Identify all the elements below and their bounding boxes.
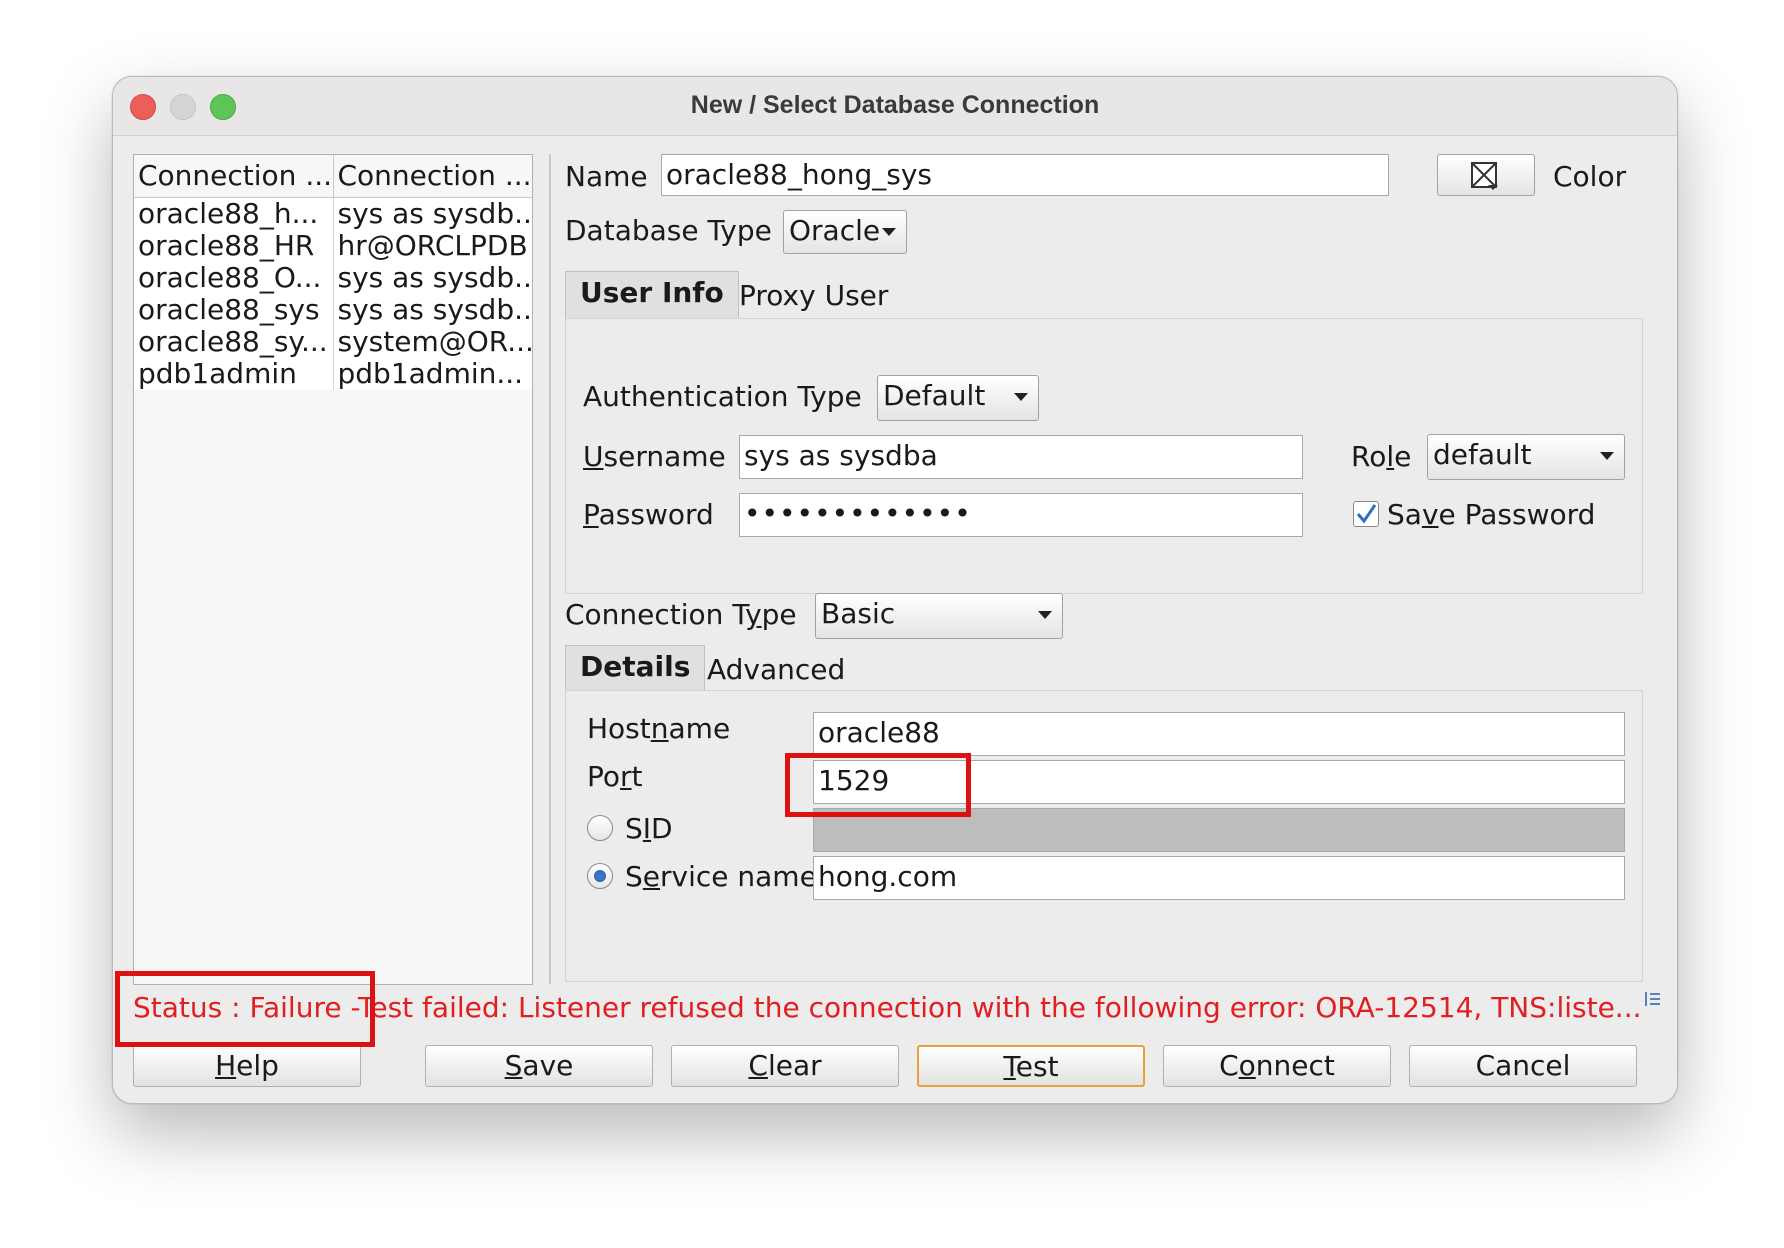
connection-details: system@OR...	[333, 326, 532, 358]
connection-name: oracle88_O...	[134, 262, 334, 294]
hostname-label: Hostname	[587, 712, 731, 745]
title-bar: New / Select Database Connection	[113, 77, 1677, 136]
role-label: Role	[1351, 440, 1412, 473]
name-input[interactable]: oracle88_hong_sys	[661, 154, 1389, 196]
dialog-window: New / Select Database Connection Connect…	[112, 76, 1678, 1104]
column-header-connection-details[interactable]: Connection ...	[334, 155, 533, 197]
save-button[interactable]: Save	[425, 1045, 653, 1087]
tab-details[interactable]: Details	[565, 645, 706, 692]
chevron-down-icon	[1600, 452, 1614, 460]
connection-details: sys as sysdb...	[333, 294, 532, 326]
connection-name: oracle88_HR	[134, 230, 334, 262]
cancel-button[interactable]: Cancel	[1409, 1045, 1637, 1087]
save-password-checkbox[interactable]	[1353, 501, 1379, 527]
connection-name: pdb1admin	[134, 358, 334, 390]
chevron-down-icon	[1014, 393, 1028, 401]
connection-type-label: Connection Type	[565, 598, 797, 631]
connection-list-header: Connection ... Connection ...	[134, 155, 532, 198]
status-highlight-box	[115, 971, 375, 1047]
connection-list[interactable]: Connection ... Connection ... oracle88_h…	[133, 154, 533, 985]
name-label: Name	[565, 160, 648, 193]
connection-details: sys as sysdb...	[333, 198, 532, 230]
help-button[interactable]: Help	[133, 1045, 361, 1087]
chevron-down-icon	[882, 228, 896, 236]
checkmark-icon	[1356, 504, 1377, 524]
password-label: Password	[583, 498, 714, 531]
port-label: Port	[587, 760, 643, 793]
column-header-connection-name[interactable]: Connection ...	[134, 155, 334, 197]
list-item[interactable]: oracle88_sys sys as sysdb...	[134, 294, 532, 326]
list-item[interactable]: oracle88_h... sys as sysdb...	[134, 198, 532, 230]
connection-name: oracle88_sy...	[134, 326, 334, 358]
tab-proxy-user[interactable]: Proxy User	[725, 275, 902, 317]
split-pane-divider[interactable]	[549, 154, 551, 984]
test-button[interactable]: Test	[917, 1045, 1145, 1087]
sid-radio[interactable]	[587, 815, 613, 841]
list-item[interactable]: pdb1admin pdb1admin...	[134, 358, 532, 390]
service-name-input[interactable]: hong.com	[813, 856, 1625, 900]
clear-button[interactable]: Clear	[671, 1045, 899, 1087]
connection-type-value: Basic	[821, 597, 896, 630]
service-name-label: Service name	[625, 860, 817, 893]
service-name-radio[interactable]	[587, 863, 613, 889]
authentication-type-value: Default	[883, 379, 986, 412]
save-password-label: Save Password	[1387, 498, 1596, 531]
color-swatch-icon	[1471, 162, 1498, 190]
authentication-type-label: Authentication Type	[583, 380, 862, 413]
sid-label: SID	[625, 812, 673, 845]
connection-details: pdb1admin...	[333, 358, 532, 390]
database-type-label: Database Type	[565, 214, 772, 247]
password-input[interactable]: •••••••••••••	[739, 493, 1303, 537]
connection-type-select[interactable]: Basic	[815, 593, 1063, 639]
tab-advanced[interactable]: Advanced	[693, 649, 859, 691]
connection-details: hr@ORCLPDB	[333, 230, 532, 262]
database-type-value: Oracle	[789, 214, 881, 247]
connection-name: oracle88_h...	[134, 198, 334, 230]
color-label: Color	[1553, 160, 1627, 193]
username-label: Username	[583, 440, 726, 473]
username-input[interactable]: sys as sysdba	[739, 435, 1303, 479]
list-item[interactable]: oracle88_HR hr@ORCLPDB	[134, 230, 532, 262]
role-value: default	[1433, 438, 1532, 471]
tab-user-info[interactable]: User Info	[565, 271, 739, 320]
details-icon[interactable]	[1643, 989, 1663, 1009]
authentication-type-select[interactable]: Default	[877, 375, 1039, 421]
list-item[interactable]: oracle88_O... sys as sysdb...	[134, 262, 532, 294]
color-picker-button[interactable]	[1437, 154, 1535, 196]
connection-name: oracle88_sys	[134, 294, 334, 326]
connection-details: sys as sysdb...	[333, 262, 532, 294]
hostname-input[interactable]: oracle88	[813, 712, 1625, 756]
chevron-down-icon	[1038, 611, 1052, 619]
role-select[interactable]: default	[1427, 434, 1625, 480]
list-item[interactable]: oracle88_sy... system@OR...	[134, 326, 532, 358]
database-type-select[interactable]: Oracle	[783, 210, 907, 254]
port-highlight-box	[785, 753, 971, 817]
window-title: New / Select Database Connection	[690, 91, 1100, 119]
connect-button[interactable]: Connect	[1163, 1045, 1391, 1087]
